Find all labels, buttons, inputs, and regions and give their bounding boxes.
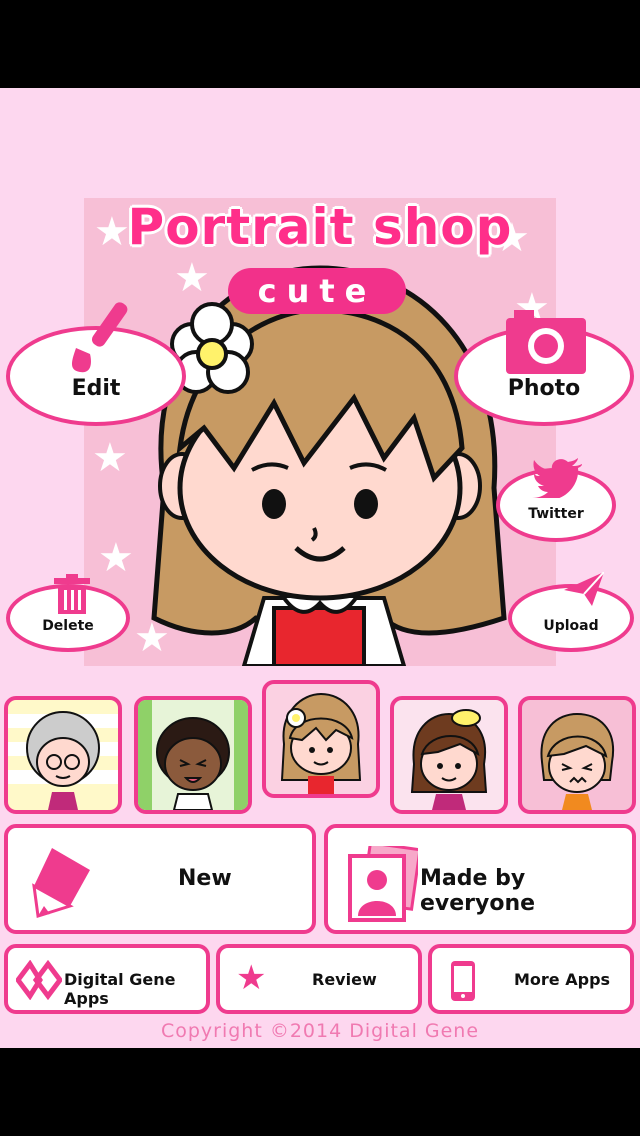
paintbrush-icon [72, 302, 128, 373]
copyright-text: Copyright ©2014 Digital Gene [160, 1020, 480, 1042]
app-screen: ★ ★ ★ ★ ★ ★ ★ ★ [0, 88, 640, 1048]
pencil-icon [32, 848, 90, 918]
twitter-label: Twitter [528, 506, 584, 522]
app-title: Portrait shop [127, 198, 513, 256]
new-label: New [178, 866, 232, 891]
person-photos-icon [348, 846, 418, 922]
twitter-button[interactable]: Twitter [496, 458, 616, 542]
made-by-everyone-label: Made by everyone [420, 866, 536, 916]
smartphone-icon [451, 961, 475, 1001]
edit-label: Edit [71, 376, 121, 401]
made-by-everyone-button[interactable]: Made by everyone [324, 824, 636, 934]
paper-plane-icon [564, 572, 604, 606]
boy-portrait-image [540, 712, 615, 810]
grandmother-portrait-image [8, 711, 118, 810]
portrait-thumbnail[interactable] [390, 696, 508, 814]
photo-label: Photo [507, 376, 581, 401]
digital-gene-logo-icon [16, 960, 62, 1000]
review-label: Review [312, 970, 377, 989]
digital-gene-apps-label: Digital Gene Apps [64, 970, 176, 1008]
app-subtitle-badge: cute [228, 268, 406, 314]
upload-label: Upload [543, 618, 599, 634]
more-apps-button[interactable]: More Apps [428, 944, 634, 1014]
delete-button[interactable]: Delete [6, 574, 130, 652]
portrait-thumbnail[interactable] [518, 696, 636, 814]
twitter-bird-icon [532, 458, 582, 498]
photo-button[interactable]: Photo [454, 310, 634, 426]
portrait-thumbnail[interactable] [134, 696, 252, 814]
review-button[interactable]: ★ Review [216, 944, 422, 1014]
brunette-girl-portrait-image [410, 709, 488, 810]
girl-portrait-image [280, 692, 362, 794]
more-apps-label: More Apps [514, 970, 611, 989]
portrait-thumbnail-selected[interactable] [262, 680, 380, 798]
star-icon: ★ [236, 958, 267, 998]
upload-button[interactable]: Upload [508, 572, 634, 652]
digital-gene-apps-button[interactable]: Digital Gene Apps [4, 944, 210, 1014]
trash-icon [54, 574, 90, 614]
camera-icon [506, 310, 586, 374]
boy-portrait-image [138, 700, 248, 810]
delete-label: Delete [42, 618, 94, 634]
new-button[interactable]: New [4, 824, 316, 934]
edit-button[interactable]: Edit [6, 302, 186, 426]
portrait-thumbnail[interactable] [4, 696, 122, 814]
